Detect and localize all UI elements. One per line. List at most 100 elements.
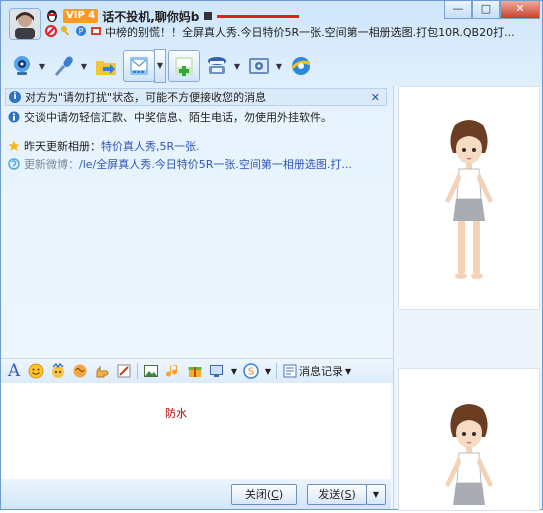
weibo-update-message: 更新微博： /le/全屏真人秀.今日特价5R一张.空间第一相册选图.打... — [5, 156, 352, 172]
app-settings-button[interactable]: ▼ — [244, 49, 284, 83]
input-text: 防水 — [165, 407, 187, 420]
contact-avatar-show[interactable] — [398, 86, 540, 310]
vip-badge[interactable]: VIP 4 — [63, 9, 99, 23]
album-label: 昨天更新相册： — [24, 140, 101, 153]
chevron-down-icon[interactable]: ▼ — [79, 62, 89, 71]
emoji-button[interactable] — [27, 362, 45, 380]
warning-text: 交谈中请勿轻信汇款、中奖信息、陌生电话，勿使用外挂软件。 — [24, 111, 332, 124]
contact-figure-image — [445, 120, 493, 279]
svg-text:S: S — [248, 367, 254, 378]
close-notice-button[interactable]: ✕ — [371, 91, 380, 104]
send-label: 发送( — [318, 488, 345, 501]
screenshot-icon — [210, 365, 223, 377]
chevron-down-icon: ▼ — [345, 366, 352, 376]
remote-assist-icon — [202, 51, 232, 81]
app-settings-icon — [244, 51, 274, 81]
send-image-button[interactable] — [142, 362, 160, 380]
dnd-notice-text: 对方为"请勿打扰"状态，可能不方便接收您的消息 — [25, 91, 267, 104]
send-sms-button[interactable]: ▼ — [123, 49, 166, 83]
send-file-icon — [91, 51, 121, 81]
chevron-down-icon[interactable]: ▼ — [154, 49, 166, 83]
svg-text:P: P — [79, 27, 84, 36]
star-icon — [8, 140, 20, 152]
search-icon: S — [243, 363, 259, 379]
shake-button[interactable] — [71, 362, 89, 380]
close-paren: ) — [278, 488, 284, 501]
message-history-label: 消息记录 — [299, 365, 343, 378]
history-icon — [283, 364, 297, 378]
toolbar-separator — [276, 363, 277, 379]
gift-button[interactable] — [93, 362, 111, 380]
signature-icon: P — [75, 25, 87, 40]
search-options[interactable]: ▼ — [264, 362, 272, 380]
close-chat-button[interactable]: 关闭(C) — [231, 484, 297, 505]
chevron-down-icon[interactable]: ▼ — [37, 62, 47, 71]
music-button[interactable] — [164, 362, 182, 380]
weibo-icon — [8, 158, 20, 170]
pencil-icon — [117, 364, 131, 378]
close-window-button[interactable]: ✕ — [500, 1, 540, 19]
close-label: 关闭( — [244, 488, 272, 501]
minimize-button[interactable]: — — [444, 1, 472, 19]
info-icon: i — [9, 91, 21, 103]
send-paren: ) — [351, 488, 356, 501]
signature-text: 中榜的别慌！！全屏真人秀.今日特价5R一张.空间第一相册选图.打包10R.QB2… — [105, 26, 515, 39]
chat-window: VIP 4 话不投机,聊你妈b P 中榜的别慌！！全屏真人秀.今日特价5R一张.… — [0, 0, 543, 511]
image-icon — [144, 365, 158, 377]
hand-icon — [96, 365, 109, 378]
invite-icon — [168, 50, 200, 82]
browser-button[interactable] — [286, 49, 316, 83]
key-icon — [60, 25, 72, 40]
soso-search-button[interactable]: S — [242, 362, 260, 380]
block-icon — [45, 24, 57, 40]
present-button[interactable] — [186, 362, 204, 380]
qq-number-redaction — [203, 11, 300, 21]
smiley-icon — [28, 363, 44, 379]
gift-icon — [188, 367, 202, 377]
dnd-notice-bar: i 对方为"请勿打扰"状态，可能不方便接收您的消息 ✕ — [5, 88, 387, 106]
chevron-down-icon[interactable]: ▼ — [232, 62, 242, 71]
message-history-button[interactable]: 消息记录 ▼ — [283, 363, 351, 379]
voice-call-icon — [49, 51, 79, 81]
font-icon: A — [7, 361, 21, 381]
scrawl-button[interactable] — [115, 362, 133, 380]
font-button[interactable]: A — [5, 361, 23, 381]
self-avatar-show[interactable] — [398, 368, 540, 511]
remote-assist-button[interactable]: ▼ — [202, 49, 242, 83]
magic-face-icon — [52, 363, 64, 378]
voice-call-button[interactable]: ▼ — [49, 49, 89, 83]
video-call-button[interactable]: ▼ — [7, 49, 47, 83]
screenshot-button[interactable] — [208, 362, 226, 380]
send-button[interactable]: 发送(S) — [307, 484, 367, 505]
close-accesskey: C — [271, 488, 279, 501]
screenshot-options[interactable]: ▼ — [230, 362, 238, 380]
nickname: 话不投机,聊你妈b — [102, 9, 200, 24]
browser-icon — [286, 51, 316, 81]
self-figure-image — [445, 404, 493, 505]
magic-emoji-button[interactable] — [49, 362, 67, 380]
window-controls: — □ ✕ — [444, 1, 540, 19]
qq-show-pane — [393, 86, 542, 511]
video-call-icon — [7, 51, 37, 81]
avatar[interactable] — [9, 8, 41, 40]
send-options-button[interactable]: ▼ — [366, 484, 386, 505]
status-edit-icon — [90, 25, 102, 40]
send-sms-icon — [123, 50, 155, 82]
album-update-message: 昨天更新相册： 特价真人秀,5R一张. — [5, 138, 200, 154]
invite-button[interactable] — [168, 49, 200, 83]
format-toolbar: A ▼ S ▼ 消息记录 ▼ — [1, 358, 395, 383]
album-link[interactable]: 特价真人秀,5R一张. — [101, 138, 200, 154]
maximize-button[interactable]: □ — [472, 1, 500, 19]
warning-message: 交谈中请勿轻信汇款、中奖信息、陌生电话，勿使用外挂软件。 — [5, 109, 332, 125]
info-icon — [8, 111, 20, 123]
toolbar-separator — [137, 363, 138, 379]
title-row: VIP 4 话不投机,聊你妈b — [45, 7, 300, 25]
chevron-down-icon[interactable]: ▼ — [274, 62, 284, 71]
shake-window-icon — [73, 364, 87, 378]
weibo-link[interactable]: /le/全屏真人秀.今日特价5R一张.空间第一相册选图.打... — [79, 156, 352, 172]
send-file-button[interactable] — [91, 49, 121, 83]
music-icon — [166, 365, 177, 377]
message-input[interactable]: 防水 — [1, 383, 391, 479]
weibo-label: 更新微博： — [24, 158, 79, 171]
main-toolbar: ▼ ▼ ▼ ▼ ▼ — [1, 45, 397, 87]
